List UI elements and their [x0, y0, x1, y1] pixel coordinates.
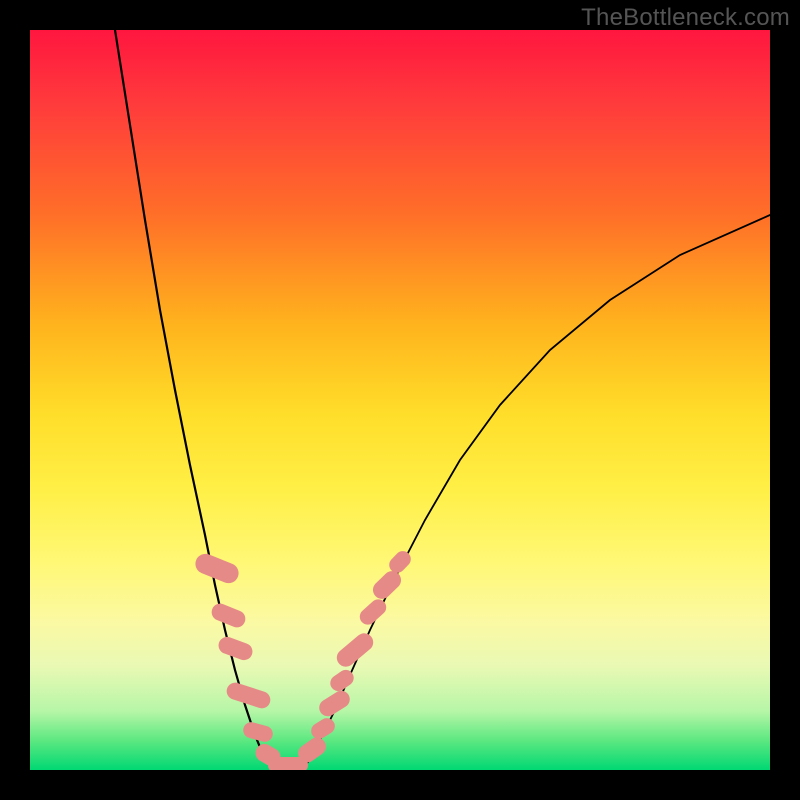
- data-bead: [241, 720, 274, 743]
- data-bead: [224, 680, 272, 710]
- data-bead: [216, 634, 255, 662]
- data-bead: [327, 666, 357, 693]
- plot-area: [30, 30, 770, 770]
- watermark-text: TheBottleneck.com: [581, 4, 790, 32]
- data-bead: [209, 601, 248, 630]
- data-bead: [316, 687, 353, 719]
- data-bead: [356, 596, 389, 628]
- data-bead: [192, 550, 241, 585]
- chart-frame: TheBottleneck.com: [0, 0, 800, 800]
- bead-layer: [30, 30, 770, 770]
- data-bead: [333, 630, 377, 671]
